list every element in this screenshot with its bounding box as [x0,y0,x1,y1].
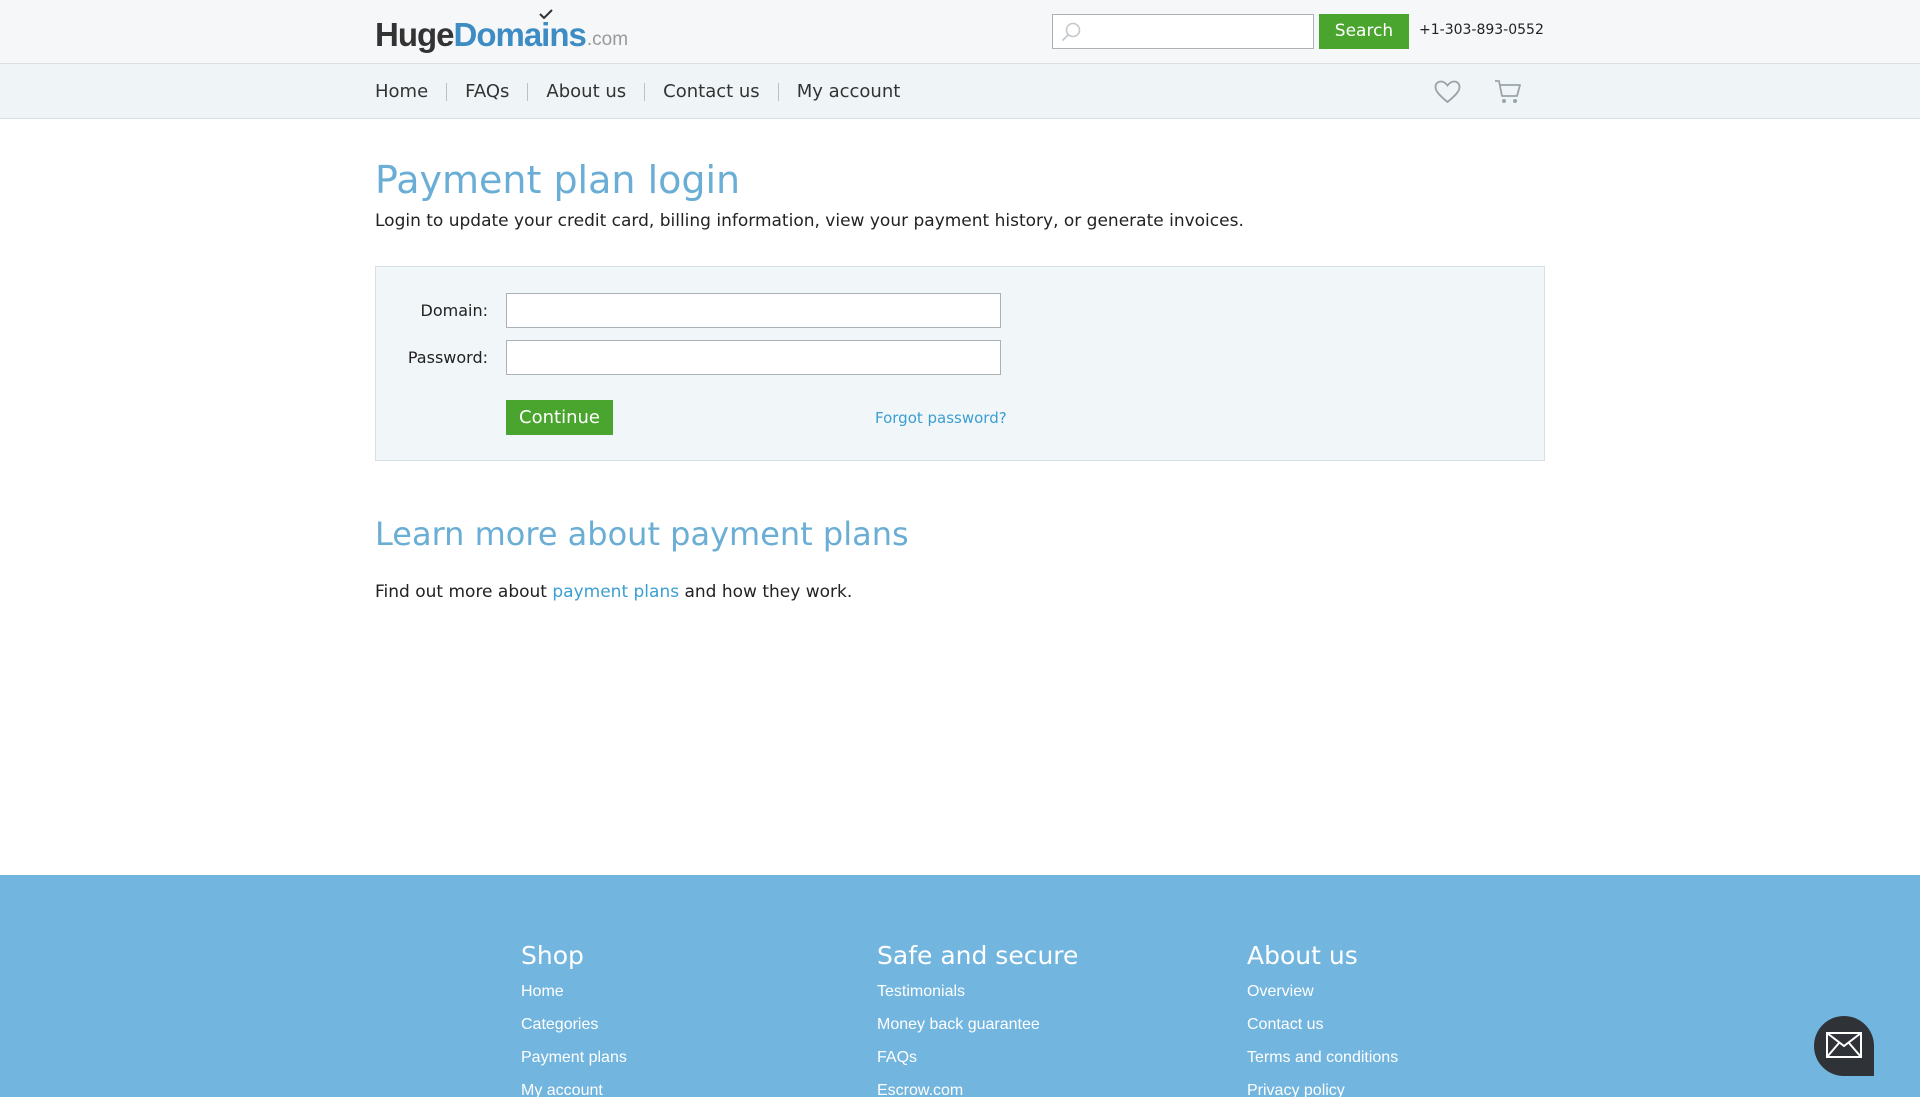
footer-link-home[interactable]: Home [521,982,627,1015]
search-field[interactable] [1052,14,1314,49]
nav-item-my-account[interactable]: My account [777,82,919,101]
logo-text-domains: Domains [453,9,587,53]
site-footer: Shop Home Categories Payment plans My ac… [0,875,1920,1099]
footer-heading-safe: Safe and secure [877,941,1079,970]
nav-bar: Home FAQs About us Contact us My account [0,64,1920,119]
learn-more-text: Find out more about payment plans and ho… [375,582,852,602]
chat-button[interactable] [1814,1016,1874,1076]
logo-check-icon [538,9,553,19]
footer-link-categories[interactable]: Categories [521,1015,627,1048]
password-label: Password: [407,348,488,367]
site-logo[interactable]: Huge Domains .com [375,9,629,53]
nav-item-contact-us[interactable]: Contact us [644,82,778,101]
forgot-password-link[interactable]: Forgot password? [875,409,1007,427]
learn-more-text-after: and how they work. [679,582,853,602]
payment-plans-link[interactable]: payment plans [552,582,679,602]
learn-more-text-before: Find out more about [375,582,553,602]
domain-field[interactable] [506,293,1001,328]
footer-column-about: About us Overview Contact us Terms and c… [1247,941,1398,1114]
logo-text-com: .com [586,29,629,50]
search-input[interactable] [1087,17,1309,46]
footer-heading-about: About us [1247,941,1358,970]
page-intro: Login to update your credit card, billin… [375,211,1244,231]
nav-item-about-us[interactable]: About us [527,82,644,101]
phone-number: +1-303-893-0552 [1419,22,1544,38]
continue-button[interactable]: Continue [506,400,613,435]
search-button[interactable]: Search [1319,14,1409,49]
cart-icon[interactable] [1494,78,1522,106]
footer-link-testimonials[interactable]: Testimonials [877,982,1078,1015]
footer-column-shop: Shop Home Categories Payment plans My ac… [521,941,627,1114]
password-field[interactable] [506,340,1001,375]
footer-column-safe: Safe and secure Testimonials Money back … [877,941,1078,1114]
nav-item-faqs[interactable]: FAQs [446,82,527,101]
logo-text-huge: Huge [375,16,454,53]
footer-link-escrow[interactable]: Escrow.com [877,1081,1078,1114]
footer-link-money-back[interactable]: Money back guarantee [877,1015,1078,1048]
footer-link-my-account[interactable]: My account [521,1081,627,1114]
footer-link-faqs[interactable]: FAQs [877,1048,1078,1081]
top-bar: Huge Domains .com Search +1-303-893-0552 [0,0,1920,64]
search-icon [1061,22,1081,42]
footer-link-privacy[interactable]: Privacy policy [1247,1081,1398,1114]
logo-text-domains-label: Domains [453,16,587,53]
mail-icon [1826,1032,1862,1058]
domain-label: Domain: [420,301,488,320]
page-title: Payment plan login [375,158,741,202]
footer-link-payment-plans[interactable]: Payment plans [521,1048,627,1081]
footer-link-contact-us[interactable]: Contact us [1247,1015,1398,1048]
footer-link-terms[interactable]: Terms and conditions [1247,1048,1398,1081]
learn-more-title: Learn more about payment plans [375,515,909,553]
heart-icon[interactable] [1434,80,1461,104]
footer-heading-shop: Shop [521,941,584,970]
nav-item-home[interactable]: Home [375,82,446,101]
footer-link-overview[interactable]: Overview [1247,982,1398,1015]
login-form: Domain: Password: Continue Forgot passwo… [375,266,1545,461]
main-nav: Home FAQs About us Contact us My account [375,64,918,119]
